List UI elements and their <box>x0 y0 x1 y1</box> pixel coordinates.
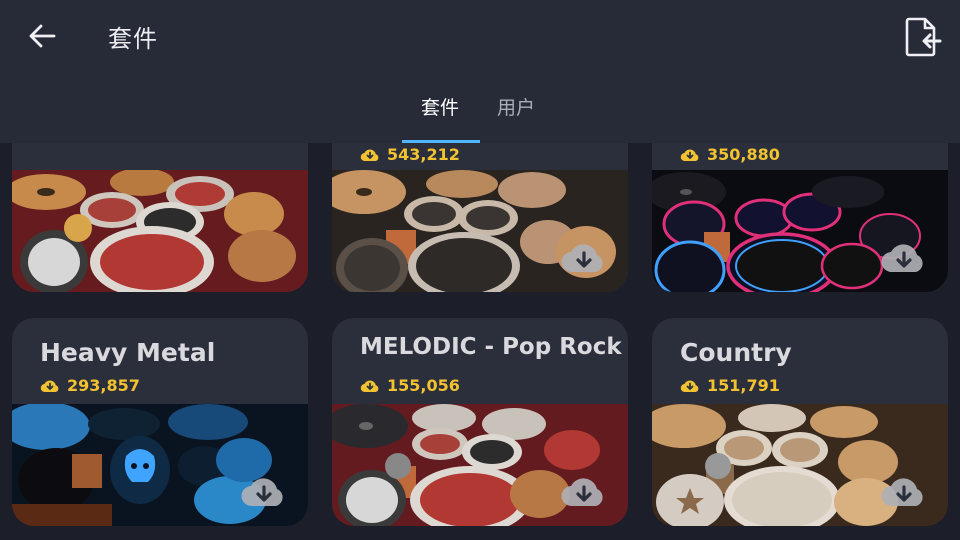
cloud-download-icon <box>680 380 699 392</box>
kit-name: Heavy Metal <box>40 338 216 367</box>
export-button[interactable] <box>900 14 946 58</box>
cloud-download-icon <box>40 380 59 392</box>
download-count: 543,212 <box>360 145 460 164</box>
download-count: 151,791 <box>680 376 780 395</box>
download-button[interactable] <box>880 240 928 274</box>
tab-bar: 套件 用户 <box>400 92 556 143</box>
tab-kits-label: 套件 <box>420 97 459 119</box>
download-button[interactable] <box>880 474 928 508</box>
file-export-icon <box>905 17 942 57</box>
download-count-value: 543,212 <box>387 145 460 164</box>
download-count: 155,056 <box>360 376 460 395</box>
cloud-download-icon <box>360 380 379 392</box>
kit-name: MELODIC - Pop Rock <box>360 334 622 360</box>
kit-name: Country <box>680 338 792 367</box>
tab-indicator <box>402 140 480 143</box>
kit-card[interactable]: MELODIC - Pop Rock 155,056 <box>332 318 628 526</box>
back-button[interactable] <box>22 18 62 54</box>
kit-image-red2 <box>332 404 628 526</box>
kit-card[interactable]: Country 151,791 <box>652 318 948 526</box>
cloud-download-icon <box>360 149 379 161</box>
kit-card[interactable]: Heavy Metal 293,857 <box>12 318 308 526</box>
page-title: 套件 <box>108 25 158 53</box>
download-button[interactable] <box>560 474 608 508</box>
kit-image-blue <box>12 404 308 526</box>
kit-image-neon <box>652 170 948 292</box>
download-count-value: 155,056 <box>387 376 460 395</box>
download-count-value: 293,857 <box>67 376 140 395</box>
cloud-download-icon <box>680 149 699 161</box>
app-header: 套件 套件 用户 <box>0 0 960 143</box>
download-count: 350,880 <box>680 145 780 164</box>
kit-image-gold <box>332 170 628 292</box>
arrow-left-icon <box>29 24 56 48</box>
tab-users-label: 用户 <box>496 97 535 119</box>
tab-users[interactable]: 用户 <box>476 92 556 143</box>
kit-image-red <box>12 170 308 292</box>
download-count-value: 151,791 <box>707 376 780 395</box>
download-button[interactable] <box>240 474 288 508</box>
tab-kits[interactable]: 套件 <box>400 92 480 143</box>
download-count: 293,857 <box>40 376 140 395</box>
kit-image-country <box>652 404 948 526</box>
download-count-value: 350,880 <box>707 145 780 164</box>
download-button[interactable] <box>560 240 608 274</box>
